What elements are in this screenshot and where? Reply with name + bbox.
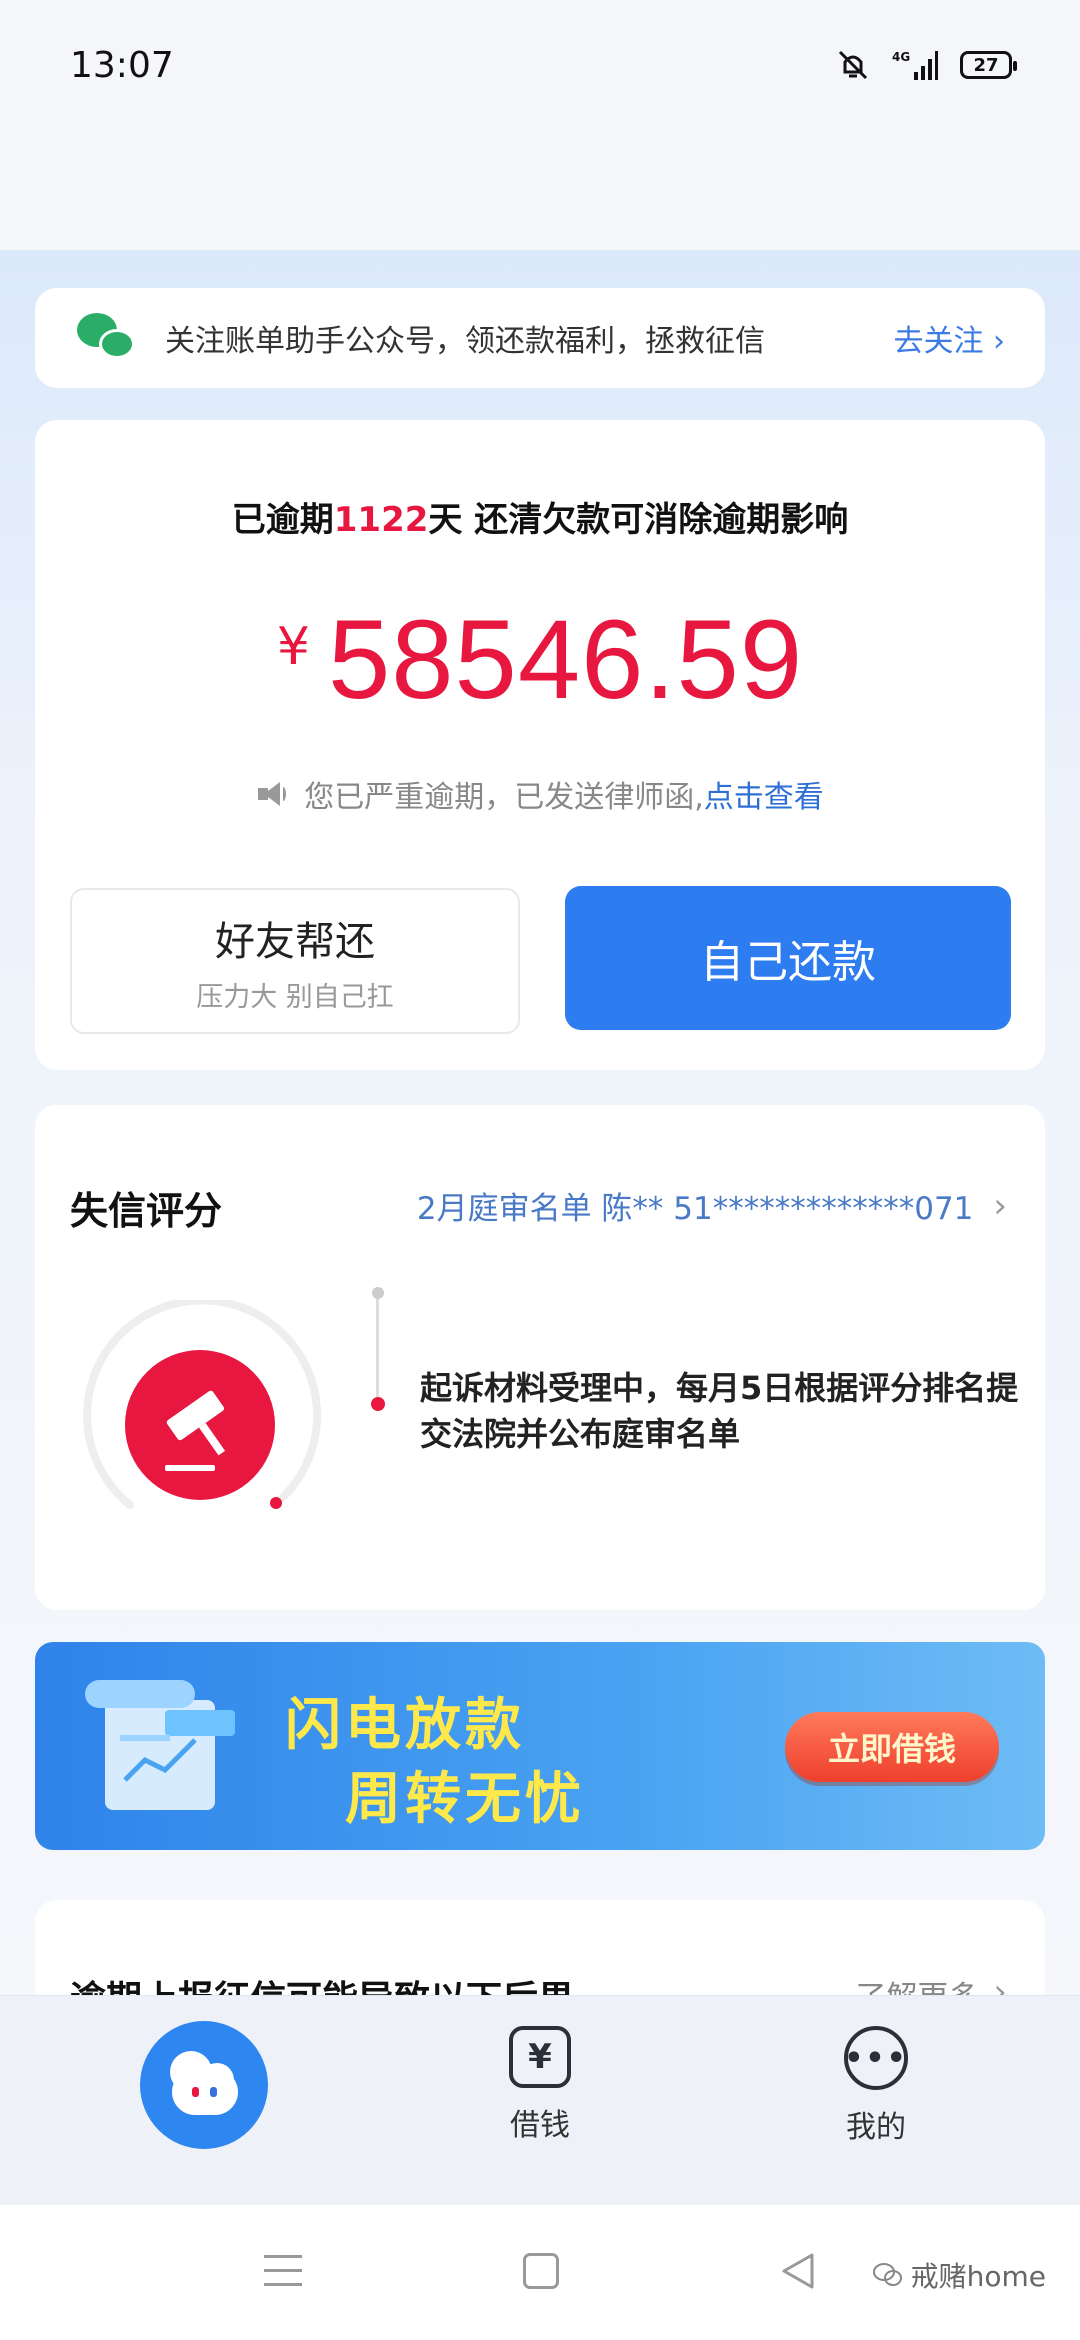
wechat-icon: [77, 313, 135, 363]
speaker-icon: [256, 779, 290, 809]
menu-icon[interactable]: [264, 2255, 302, 2287]
tab-mine-label: 我的: [846, 2110, 906, 2145]
follow-text: 关注账单助手公众号，领还款福利，拯救征信: [165, 324, 765, 359]
loan-promo-banner[interactable]: 闪电放款 周转无忧 立即借钱: [35, 1642, 1045, 1850]
friend-repay-sublabel: 压力大 别自己扛: [196, 981, 394, 1013]
document-chart-icon: [85, 1680, 235, 1810]
trial-list-link[interactable]: 2月庭审名单 陈** 51*************071 ›: [417, 1183, 1007, 1228]
credit-title: 失信评分: [70, 1189, 223, 1233]
chevron-right-icon: ›: [983, 324, 1005, 359]
overdue-status: 已逾期1122天 还清欠款可消除逾期影响: [231, 500, 849, 540]
status-time: 13:07: [70, 44, 174, 86]
credit-gauge: [83, 1300, 322, 1509]
bottom-tab-bar: ¥ 借钱 ••• 我的: [0, 1995, 1080, 2205]
yuan-icon: ¥: [509, 2026, 571, 2088]
follow-link[interactable]: 去关注 ›: [893, 316, 1005, 360]
tab-borrow-label: 借钱: [510, 2108, 570, 2143]
banner-subheadline: 周转无忧: [345, 1767, 585, 1832]
follow-account-card[interactable]: 关注账单助手公众号，领还款福利，拯救征信 去关注 ›: [35, 288, 1045, 388]
status-bar: 13:07 4G 27: [0, 0, 1080, 130]
wechat-watermark-icon: [872, 2263, 902, 2286]
chat-bubble-icon: •••: [844, 2026, 908, 2090]
back-triangle-icon[interactable]: [778, 2251, 818, 2291]
chevron-right-icon: ›: [993, 1185, 1007, 1226]
debt-amount: ¥ 58546.59: [35, 595, 1045, 724]
overdue-days: 1122: [333, 500, 429, 540]
notice-text: 您已严重逾期，已发送律师函,: [304, 780, 704, 815]
friend-repay-label: 好友帮还: [215, 918, 375, 965]
system-nav-bar: 戒赌home: [0, 2205, 1080, 2340]
progress-timeline: [368, 1287, 388, 1417]
mute-icon: [836, 45, 870, 85]
amount-value: 58546.59: [327, 597, 804, 722]
friend-repay-button[interactable]: 好友帮还 压力大 别自己扛: [70, 888, 520, 1034]
borrow-now-button[interactable]: 立即借钱: [785, 1712, 999, 1782]
view-letter-link[interactable]: 点击查看: [704, 772, 824, 816]
tab-home[interactable]: [140, 2021, 268, 2149]
banner-headline: 闪电放款: [285, 1693, 525, 1758]
credit-description: 起诉材料受理中，每月5日根据评分排名提交法院并公布庭审名单: [420, 1369, 1019, 1453]
battery-icon: 27: [960, 51, 1017, 79]
tab-mine[interactable]: ••• 我的: [806, 2026, 946, 2146]
credit-score-card: 失信评分 2月庭审名单 陈** 51*************071 › 起诉材料…: [35, 1105, 1045, 1610]
svg-text:4G: 4G: [892, 50, 910, 64]
status-icons: 4G 27: [836, 45, 1017, 85]
watermark: 戒赌home: [872, 2255, 1046, 2295]
currency-symbol: ¥: [276, 617, 310, 677]
self-repay-button[interactable]: 自己还款: [565, 886, 1011, 1030]
signal-icon: 4G: [892, 45, 938, 85]
tab-borrow[interactable]: ¥ 借钱: [470, 2026, 610, 2144]
home-square-icon[interactable]: [523, 2253, 559, 2289]
debt-card: 已逾期1122天 还清欠款可消除逾期影响 ¥ 58546.59 您已严重逾期，已…: [35, 420, 1045, 1070]
lawyer-letter-notice: 您已严重逾期，已发送律师函, 点击查看: [35, 772, 1045, 816]
cloud-mascot-icon: [162, 2051, 246, 2117]
